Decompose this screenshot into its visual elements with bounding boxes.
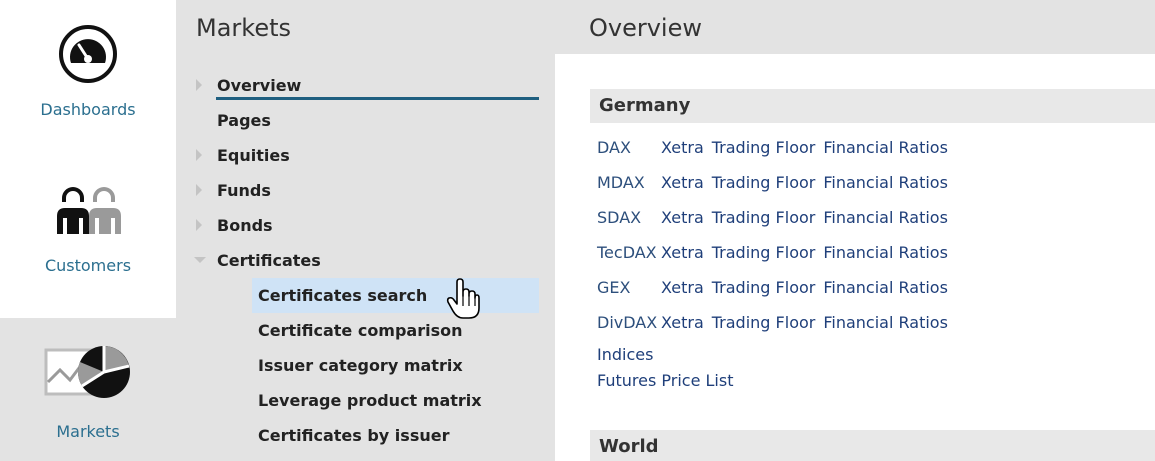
nav-item-equities[interactable]: Equities	[176, 138, 555, 173]
trading-floor-link[interactable]: Trading Floor	[712, 278, 816, 297]
index-row-gex: GEX Xetra Trading Floor Financial Ratios	[597, 278, 948, 297]
trading-floor-link[interactable]: Trading Floor	[712, 138, 816, 157]
nav-item-label: Equities	[217, 146, 290, 165]
nav-subitem-leverage-product-matrix[interactable]: Leverage product matrix	[176, 383, 555, 418]
expand-arrow-icon[interactable]	[196, 149, 202, 161]
index-code: SDAX	[597, 208, 642, 227]
nav-list: Overview Pages Equities Funds Bonds Cert…	[176, 68, 555, 453]
nav-subitem-issuer-category-matrix[interactable]: Issuer category matrix	[176, 348, 555, 383]
indices-link[interactable]: Indices	[597, 345, 653, 364]
xetra-link[interactable]: Xetra	[661, 278, 704, 297]
trading-floor-link[interactable]: Trading Floor	[712, 173, 816, 192]
markets-nav-panel: Markets Overview Pages Equities Funds Bo…	[176, 0, 555, 461]
nav-item-label: Certificates	[217, 251, 321, 270]
overview-content: Overview Germany DAX Xetra Trading Floor Fi…	[555, 0, 1155, 461]
nav-item-overview[interactable]: Overview	[176, 68, 555, 103]
financial-ratios-link[interactable]: Financial Ratios	[823, 243, 948, 262]
trading-floor-link[interactable]: Trading Floor	[712, 313, 816, 332]
nav-subitem-label: Certificate comparison	[258, 321, 463, 340]
index-code: TecDAX	[597, 243, 657, 262]
trading-floor-link[interactable]: Trading Floor	[712, 243, 816, 262]
index-code: GEX	[597, 278, 631, 297]
section-label: Germany	[599, 95, 691, 116]
nav-subitem-certificates-by-issuer[interactable]: Certificates by issuer	[176, 418, 555, 453]
index-row-sdax: SDAX Xetra Trading Floor Financial Ratios	[597, 208, 948, 227]
app-rail: Dashboards Customers Markets	[0, 0, 176, 461]
nav-subitem-label: Certificates by issuer	[258, 426, 450, 445]
section-header-germany: Germany	[590, 89, 1155, 123]
people-icon	[53, 172, 123, 236]
xetra-link[interactable]: Xetra	[661, 208, 704, 227]
xetra-link[interactable]: Xetra	[661, 313, 704, 332]
nav-item-label: Bonds	[217, 216, 273, 235]
nav-item-bonds[interactable]: Bonds	[176, 208, 555, 243]
xetra-link[interactable]: Xetra	[661, 243, 704, 262]
rail-item-dashboards[interactable]: Dashboards	[0, 0, 176, 158]
index-row-divdax: DivDAX Xetra Trading Floor Financial Ratios	[597, 313, 948, 332]
rail-item-customers[interactable]: Customers	[0, 158, 176, 318]
index-row-dax: DAX Xetra Trading Floor Financial Ratios	[597, 138, 948, 157]
futures-price-list-link[interactable]: Futures Price List	[597, 371, 733, 390]
nav-item-certificates[interactable]: Certificates	[176, 243, 555, 278]
nav-subitem-label: Certificates search	[258, 286, 428, 305]
markets-chart-icon	[42, 340, 134, 404]
financial-ratios-link[interactable]: Financial Ratios	[823, 138, 948, 157]
nav-subitem-label: Leverage product matrix	[258, 391, 482, 410]
section-header-world: World	[590, 430, 1155, 461]
nav-item-label: Pages	[217, 111, 271, 130]
rail-item-markets[interactable]: Markets	[0, 318, 176, 461]
speedometer-icon	[57, 22, 119, 86]
xetra-link[interactable]: Xetra	[661, 173, 704, 192]
xetra-link[interactable]: Xetra	[661, 138, 704, 157]
financial-ratios-link[interactable]: Financial Ratios	[823, 278, 948, 297]
nav-item-funds[interactable]: Funds	[176, 173, 555, 208]
financial-ratios-link[interactable]: Financial Ratios	[823, 313, 948, 332]
expand-arrow-icon[interactable]	[196, 79, 202, 91]
index-row-mdax: MDAX Xetra Trading Floor Financial Ratios	[597, 173, 948, 192]
nav-item-label: Overview	[217, 76, 302, 95]
nav-subitem-certificate-comparison[interactable]: Certificate comparison	[176, 313, 555, 348]
content-header: Overview	[555, 0, 1155, 54]
rail-label-customers: Customers	[44, 256, 132, 275]
nav-title: Markets	[196, 14, 292, 42]
rail-label-dashboards: Dashboards	[40, 100, 136, 119]
index-code: MDAX	[597, 173, 645, 192]
financial-ratios-link[interactable]: Financial Ratios	[823, 208, 948, 227]
expand-arrow-icon[interactable]	[196, 219, 202, 231]
financial-ratios-link[interactable]: Financial Ratios	[823, 173, 948, 192]
nav-item-label: Funds	[217, 181, 271, 200]
page-title: Overview	[589, 14, 702, 42]
rail-label-markets: Markets	[56, 422, 120, 441]
index-code: DAX	[597, 138, 631, 157]
nav-item-pages[interactable]: Pages	[176, 103, 555, 138]
trading-floor-link[interactable]: Trading Floor	[712, 208, 816, 227]
index-code: DivDAX	[597, 313, 658, 332]
nav-subitem-certificates-search[interactable]: Certificates search	[252, 278, 539, 313]
active-underline	[216, 97, 539, 100]
index-row-tecdax: TecDAX Xetra Trading Floor Financial Ratios	[597, 243, 948, 262]
section-label: World	[599, 436, 659, 457]
expand-arrow-icon[interactable]	[196, 184, 202, 196]
nav-subitem-label: Issuer category matrix	[258, 356, 463, 375]
collapse-arrow-icon[interactable]	[194, 257, 206, 263]
